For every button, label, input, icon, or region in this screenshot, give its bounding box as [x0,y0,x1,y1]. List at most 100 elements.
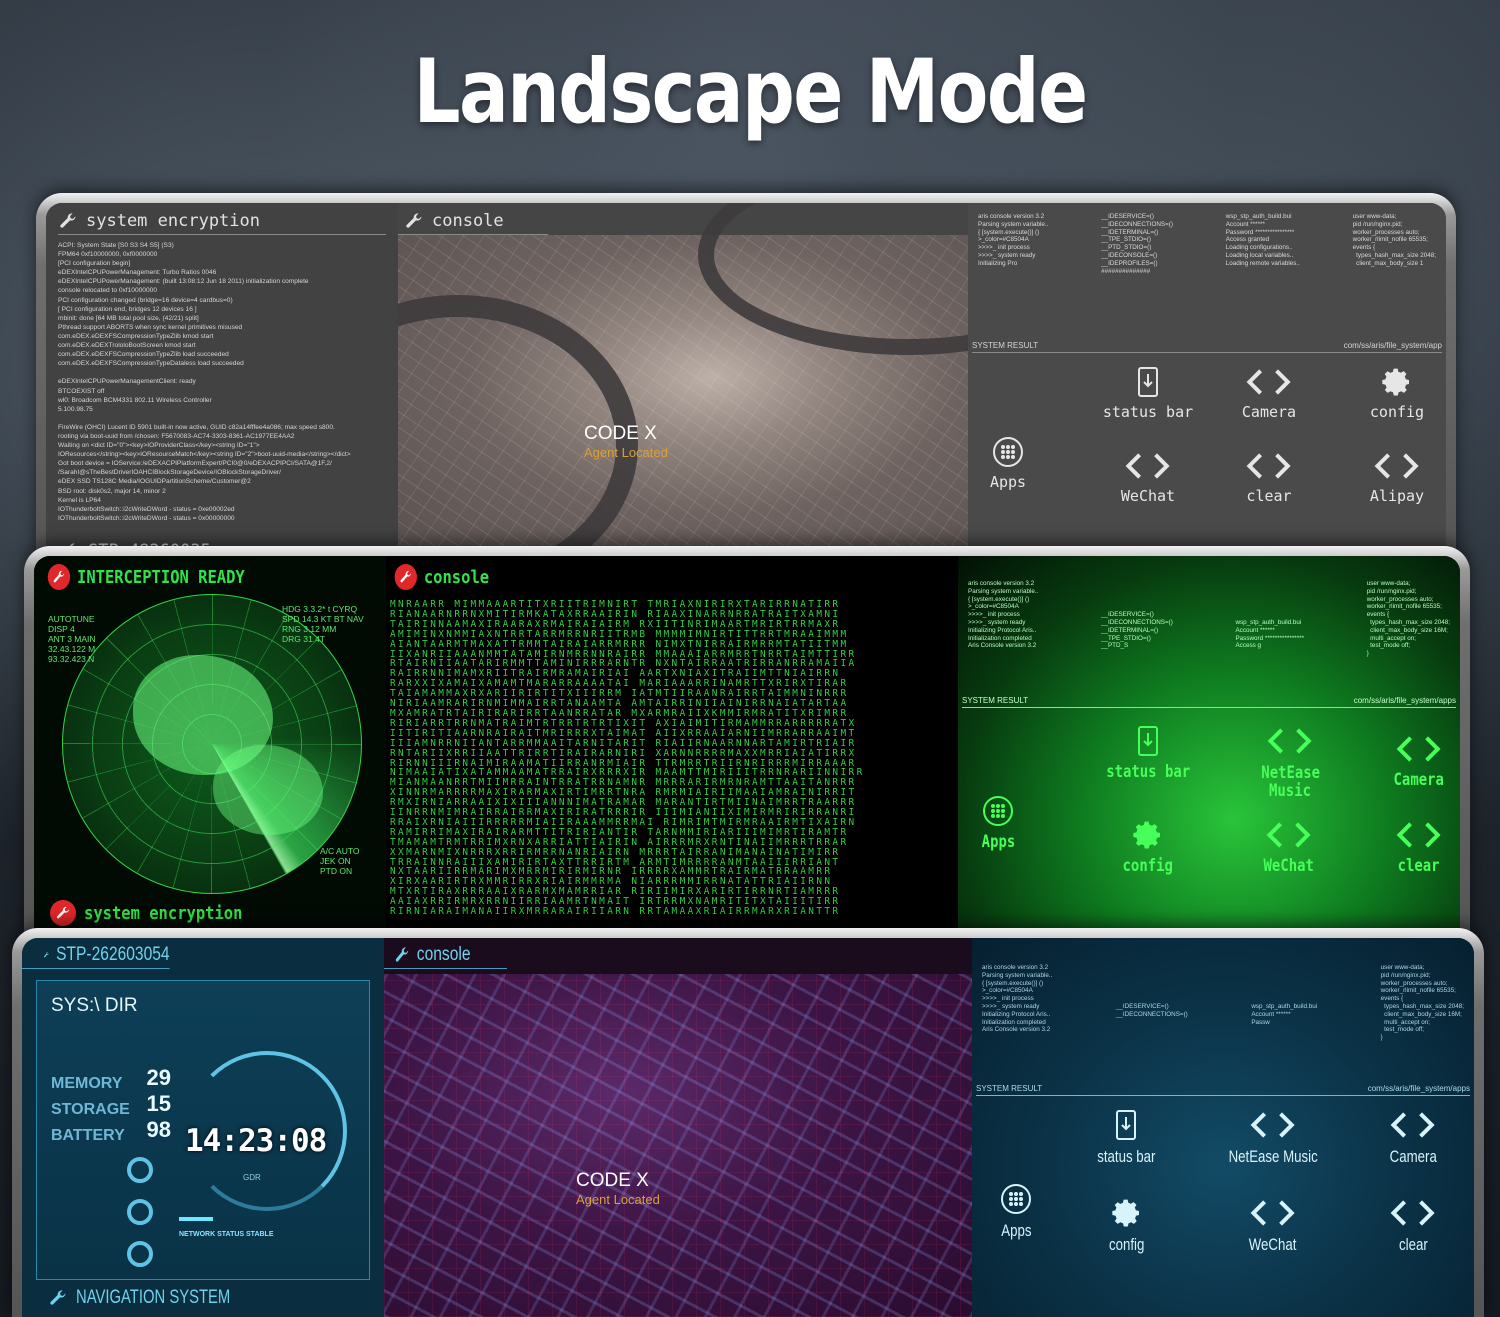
network-status-text: NETWORK STATUS STABLE [179,1231,274,1238]
tile-alipay[interactable]: Alipay [1352,449,1442,504]
code-x-marker[interactable]: CODE X Agent Located [576,1170,660,1207]
code-brackets-icon [1387,1108,1438,1142]
code-x-title: CODE X [584,423,657,444]
screen-blue-theme: STP-262603054 SYS:\ DIR MEMORY 29 STORAGE… [22,938,1474,1317]
city-map[interactable]: CODE X Agent Located [398,203,968,553]
panel-title: console [398,203,548,235]
device-frame-green: INTERCEPTION READY AUTOTUNE DISP 4 ANT 3… [24,546,1470,932]
terminal-column: __IDESERVICE=() __IDECONNECTIONS=() [1115,1002,1188,1018]
panel-title: STP-262603054 [22,938,170,969]
code-x-subtitle: Agent Located [576,1192,660,1207]
console-panel: console CODE X Agent Located [384,938,972,1317]
wrench-icon [394,564,417,590]
tile-label: status bar [1096,1147,1156,1166]
system-result-path: com/ss/aris/file_system/app [1343,341,1442,350]
device-frame-grey: system encryption ACPI: System State [S0… [36,193,1456,553]
terminal-column: wsp_stp_auth_build.bui Account ****** Pa… [1235,618,1305,650]
tile-config[interactable]: config [1082,1196,1172,1253]
terminal-output: aris console version 3.2 Parsing system … [968,203,1446,275]
terminal-column: wsp_stp_auth_build.bui Account ****** Pa… [1225,213,1300,267]
wrench-icon [47,564,71,590]
dashboard-panel: STP-262603054 SYS:\ DIR MEMORY 29 STORAGE… [22,938,384,1317]
network-status-bar [179,1217,213,1221]
tile-label: clear [1398,1235,1428,1254]
code-brackets-icon [1264,724,1315,758]
tile-apps[interactable]: Apps [978,435,1038,490]
city-map-3d[interactable]: CODE X Agent Located [384,974,972,1317]
system-result-path: com/ss/aris/file_system/apps [1367,1084,1470,1093]
tile-clear[interactable]: clear [1368,1196,1458,1253]
tile-camera[interactable]: Camera [1374,732,1460,789]
terminal-column: user www-data; pid /run/nginx.pid; worke… [1352,213,1436,267]
terminal-column: user www-data; pid /run/nginx.pid; worke… [1380,964,1464,1042]
wrench-icon [50,900,76,926]
tile-camera[interactable]: Camera [1224,365,1314,420]
tile-clear[interactable]: clear [1374,818,1460,875]
radar-readout-right: HDG 3.3.2* t CYRQ SPD 14.3 KT BT NAV RNG… [282,604,364,644]
tile-netease-music[interactable]: NetEase Music [1208,1108,1338,1165]
tile-label: WeChat [1263,856,1315,876]
code-brackets-icon [1387,1196,1438,1230]
interception-panel: INTERCEPTION READY AUTOTUNE DISP 4 ANT 3… [34,556,386,932]
tile-status-bar[interactable]: status bar [1098,365,1198,420]
tile-label: WeChat [1120,487,1176,505]
tile-label: status bar [1102,403,1194,421]
screen-grey-theme: system encryption ACPI: System State [S0… [46,203,1446,553]
status-bar-icon [1114,1108,1138,1142]
apps-grid-icon [992,435,1024,469]
tile-label: clear [1398,856,1440,876]
code-x-marker[interactable]: CODE X Agent Located [584,423,668,460]
tile-wechat[interactable]: WeChat [1244,818,1334,875]
wrench-icon [394,945,410,965]
apps-grid-icon [982,794,1014,828]
system-result-bar: SYSTEM RESULT com/ss/aris/file_system/ap… [962,696,1456,708]
panel-title: console [386,556,878,590]
console-panel: console CODE X Agent Located [398,203,968,553]
matrix-rain: MNRAARR MIMMAAARTITXRIITRIMNIRT TMRIAXNI… [390,600,865,918]
tile-wechat[interactable]: WeChat [1228,1196,1318,1253]
console-terminal-panel: aris console version 3.2 Parsing system … [972,938,1474,1317]
tile-netease-music[interactable]: NetEase Music [1240,724,1340,800]
tile-config[interactable]: config [1352,365,1442,420]
terminal-column: aris console version 3.2 Parsing system … [968,580,1039,650]
memory-value: 29 [146,1065,171,1090]
tile-wechat[interactable]: WeChat [1103,449,1193,504]
ring-indicator-icon [127,1199,153,1225]
tile-clear[interactable]: clear [1224,449,1314,504]
ring-indicator-icon [127,1157,153,1183]
system-result-label: SYSTEM RESULT [962,696,1029,705]
dir-label: SYS:\ DIR [51,995,138,1016]
panel-title-text: INTERCEPTION READY [77,566,245,588]
tile-label: Apps [981,832,1015,852]
terminal-column: __IDESERVICE=() __IDECONNECTIONS=() __ID… [1101,213,1173,275]
storage-label: STORAGE [51,1101,130,1118]
tile-apps[interactable]: Apps [968,794,1028,851]
tile-apps[interactable]: Apps [986,1182,1046,1239]
ring-indicator-icon [127,1241,153,1267]
status-bar-icon [1136,724,1160,758]
tile-status-bar[interactable]: status bar [1098,724,1198,781]
tile-label: status bar [1106,762,1190,782]
tile-label: Apps [1000,1221,1032,1240]
tile-label: Apps [989,473,1027,491]
memory-label: MEMORY [51,1075,123,1092]
apps-grid-icon [1000,1182,1032,1216]
battery-value: 98 [146,1117,171,1142]
code-brackets-icon [1247,1196,1298,1230]
tile-label: WeChat [1249,1235,1297,1254]
tile-config[interactable]: config [1103,818,1193,875]
panel-title: system encryption [58,211,386,235]
wrench-icon [58,211,78,231]
code-brackets-icon [1243,449,1294,483]
gear-icon [1132,818,1164,852]
panel-title-text: console [423,566,490,588]
resource-meters: MEMORY 29 STORAGE 15 BATTERY 98 [51,1065,171,1149]
terminal-column: aris console version 3.2 Parsing system … [982,964,1053,1034]
tile-camera[interactable]: Camera [1368,1108,1458,1165]
panel-footer-text: system encryption [84,902,243,924]
system-result-bar: SYSTEM RESULT com/ss/aris/file_system/ap… [976,1084,1470,1096]
tile-status-bar[interactable]: status bar [1076,1108,1176,1165]
battery-meter: BATTERY 98 [51,1117,171,1149]
code-brackets-icon [1243,365,1294,399]
system-result-bar: SYSTEM RESULT com/ss/aris/file_system/ap… [972,341,1442,353]
